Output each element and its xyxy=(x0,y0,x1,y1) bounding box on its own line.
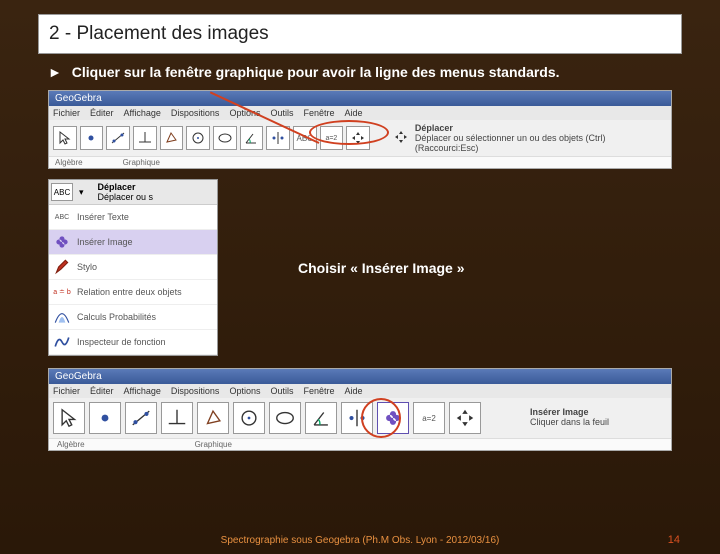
menu-item[interactable]: Options xyxy=(229,386,260,396)
chevron-down-icon[interactable]: ▾ xyxy=(79,187,84,198)
menu-item[interactable]: Fichier xyxy=(53,386,80,396)
tool-text-icon[interactable]: ABC xyxy=(51,183,73,201)
tool-pointer-icon[interactable] xyxy=(53,402,85,434)
menu-item[interactable]: Dispositions xyxy=(171,386,220,396)
tool-line-icon[interactable] xyxy=(106,126,130,150)
dropdown-item-label: Insérer Image xyxy=(77,237,133,247)
instruction-line: ► Cliquer sur la fenêtre graphique pour … xyxy=(48,64,682,80)
footer: Spectrographie sous Geogebra (Ph.M Obs. … xyxy=(0,535,720,546)
menubar: Fichier Éditer Affichage Dispositions Op… xyxy=(49,106,671,120)
dropdown-panel: ABC ▾ Déplacer Déplacer ou s ABC Insérer… xyxy=(48,179,218,356)
panel-label-algebre: Algèbre xyxy=(57,440,85,449)
panel-labels: Algèbre Graphique xyxy=(49,438,671,450)
tool-description-title: Déplacer xyxy=(415,123,667,133)
tool-description-sub: Cliquer dans la feuil xyxy=(530,418,609,428)
tool-point-icon[interactable] xyxy=(80,126,104,150)
menu-item[interactable]: Aide xyxy=(345,386,363,396)
screenshot-image-tool-selected: GeoGebra Fichier Éditer Affichage Dispos… xyxy=(48,368,672,451)
dropdown-header-sub: Déplacer ou s xyxy=(98,192,154,202)
tool-circle-icon[interactable] xyxy=(186,126,210,150)
app-title: GeoGebra xyxy=(55,93,102,104)
menu-item[interactable]: Dispositions xyxy=(171,108,220,118)
tool-description: Insérer Image Cliquer dans la feuil xyxy=(530,408,609,428)
dropdown-item-label: Relation entre deux objets xyxy=(77,287,182,297)
tool-description-sub: Déplacer ou sélectionner un ou des objet… xyxy=(415,133,667,153)
dropdown-header: ABC ▾ Déplacer Déplacer ou s xyxy=(49,180,217,205)
footer-text: Spectrographie sous Geogebra (Ph.M Obs. … xyxy=(221,535,500,546)
tool-reflect-icon[interactable] xyxy=(266,126,290,150)
toolbar: ABC a=2 Déplacer Déplacer ou sélectionne… xyxy=(49,120,671,156)
menu-item[interactable]: Affichage xyxy=(124,108,161,118)
menu-item[interactable]: Affichage xyxy=(124,386,161,396)
tool-circle-icon[interactable] xyxy=(233,402,265,434)
tool-move-view-icon[interactable] xyxy=(449,402,481,434)
dropdown-item-inspector[interactable]: Inspecteur de fonction xyxy=(49,330,217,355)
dropdown-item-insert-text[interactable]: ABC Insérer Texte xyxy=(49,205,217,230)
callout-circle xyxy=(361,398,401,438)
window-titlebar: GeoGebra xyxy=(49,91,671,106)
dropdown-item-insert-image[interactable]: Insérer Image xyxy=(49,230,217,255)
dropdown-item-label: Insérer Texte xyxy=(77,212,129,222)
probability-icon xyxy=(53,308,71,326)
menu-item[interactable]: Éditer xyxy=(90,386,114,396)
relation-icon: a ≐ b xyxy=(53,283,71,301)
tool-line-icon[interactable] xyxy=(125,402,157,434)
callout-ellipse xyxy=(309,120,389,145)
page-number: 14 xyxy=(668,534,680,546)
tool-pointer-icon[interactable] xyxy=(53,126,77,150)
dropdown-item-label: Calculs Probabilités xyxy=(77,312,156,322)
tool-angle-icon[interactable] xyxy=(305,402,337,434)
panel-labels: Algèbre Graphique xyxy=(49,156,671,168)
menu-item[interactable]: Fenêtre xyxy=(303,108,334,118)
menu-item[interactable]: Aide xyxy=(345,108,363,118)
app-title: GeoGebra xyxy=(55,371,102,382)
panel-label-algebre: Algèbre xyxy=(55,158,83,167)
dropdown-item-label: Stylo xyxy=(77,262,97,272)
instruction-choisir: Choisir « Insérer Image » xyxy=(298,260,465,276)
dropdown-item-label: Inspecteur de fonction xyxy=(77,337,166,347)
menu-item[interactable]: Outils xyxy=(270,108,293,118)
tool-perpendicular-icon[interactable] xyxy=(161,402,193,434)
screenshot-menubar-standard: GeoGebra Fichier Éditer Affichage Dispos… xyxy=(48,90,672,169)
tool-point-icon[interactable] xyxy=(89,402,121,434)
move-icon xyxy=(393,129,409,147)
menu-item[interactable]: Fichier xyxy=(53,108,80,118)
toolbar: a=2 Insérer Image Cliquer dans la feuil xyxy=(49,398,671,438)
tool-polygon-icon[interactable] xyxy=(197,402,229,434)
menubar: Fichier Éditer Affichage Dispositions Op… xyxy=(49,384,671,398)
text-icon: ABC xyxy=(53,208,71,226)
tool-description: Déplacer Déplacer ou sélectionner un ou … xyxy=(393,123,667,153)
panel-label-graphique: Graphique xyxy=(123,158,160,167)
tool-perpendicular-icon[interactable] xyxy=(133,126,157,150)
tool-angle-icon[interactable] xyxy=(240,126,264,150)
tool-ellipse-icon[interactable] xyxy=(269,402,301,434)
window-titlebar: GeoGebra xyxy=(49,369,671,384)
menu-item[interactable]: Fenêtre xyxy=(303,386,334,396)
tool-polygon-icon[interactable] xyxy=(160,126,184,150)
arrow-icon: ► xyxy=(48,64,62,80)
slide-title: 2 - Placement des images xyxy=(38,14,682,54)
menu-item[interactable]: Éditer xyxy=(90,108,114,118)
dropdown-item-pen[interactable]: Stylo xyxy=(49,255,217,280)
dropdown-item-relation[interactable]: a ≐ b Relation entre deux objets xyxy=(49,280,217,305)
tool-slider-icon[interactable]: a=2 xyxy=(413,402,445,434)
image-icon xyxy=(53,233,71,251)
pen-icon xyxy=(53,258,71,276)
menu-item[interactable]: Outils xyxy=(270,386,293,396)
dropdown-header-title: Déplacer xyxy=(98,182,154,192)
instruction-text: Cliquer sur la fenêtre graphique pour av… xyxy=(72,64,560,80)
panel-label-graphique: Graphique xyxy=(195,440,232,449)
dropdown-item-probability[interactable]: Calculs Probabilités xyxy=(49,305,217,330)
inspector-icon xyxy=(53,333,71,351)
tool-ellipse-icon[interactable] xyxy=(213,126,237,150)
